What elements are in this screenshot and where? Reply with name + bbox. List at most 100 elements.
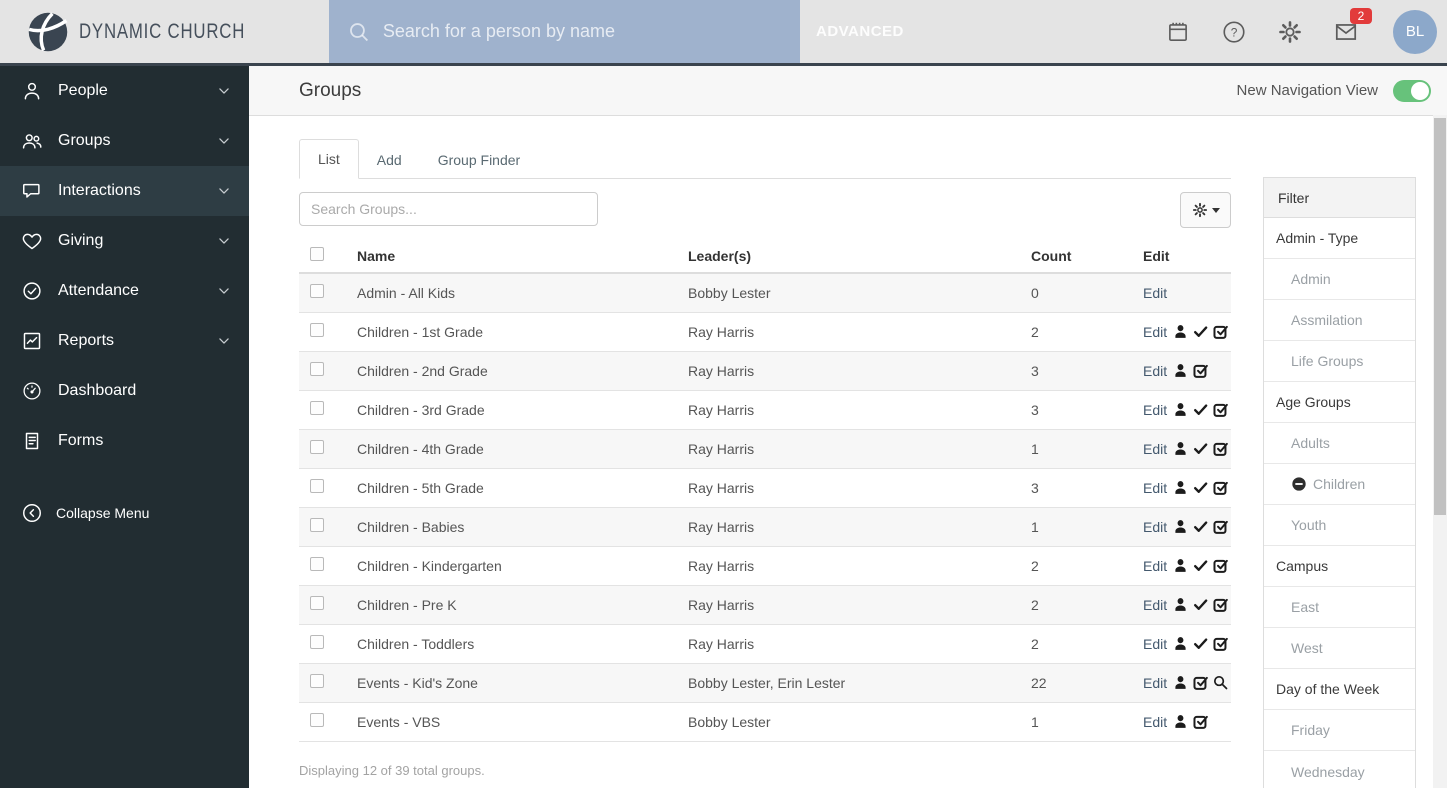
check-icon[interactable] — [1192, 323, 1209, 340]
edit-link[interactable]: Edit — [1143, 675, 1167, 691]
check-square-icon[interactable] — [1212, 596, 1229, 613]
filter-item-east[interactable]: East — [1264, 587, 1415, 628]
row-checkbox[interactable] — [310, 362, 324, 376]
edit-link[interactable]: Edit — [1143, 402, 1167, 418]
group-name[interactable]: Admin - All Kids — [357, 273, 688, 313]
person-icon[interactable] — [1172, 518, 1189, 535]
check-square-icon[interactable] — [1212, 518, 1229, 535]
group-search-input[interactable] — [299, 192, 598, 226]
filter-item-admin[interactable]: Admin — [1264, 259, 1415, 300]
person-icon[interactable] — [1172, 635, 1189, 652]
person-icon[interactable] — [1172, 362, 1189, 379]
filter-item-campus[interactable]: Campus — [1264, 546, 1415, 587]
row-checkbox[interactable] — [310, 479, 324, 493]
person-icon[interactable] — [1172, 323, 1189, 340]
filter-item-children[interactable]: Children — [1264, 464, 1415, 505]
edit-link[interactable]: Edit — [1143, 714, 1167, 730]
group-name[interactable]: Children - 1st Grade — [357, 312, 688, 352]
filter-item-friday[interactable]: Friday — [1264, 710, 1415, 751]
person-icon[interactable] — [1172, 479, 1189, 496]
edit-link[interactable]: Edit — [1143, 597, 1167, 613]
sidebar-item-interactions[interactable]: Interactions — [0, 166, 249, 216]
group-name[interactable]: Children - 5th Grade — [357, 468, 688, 508]
filter-item-life-groups[interactable]: Life Groups — [1264, 341, 1415, 382]
group-name[interactable]: Events - VBS — [357, 702, 688, 742]
group-name[interactable]: Events - Kid's Zone — [357, 663, 688, 703]
column-header-name[interactable]: Name — [357, 241, 688, 274]
check-icon[interactable] — [1192, 479, 1209, 496]
group-name[interactable]: Children - Babies — [357, 507, 688, 547]
check-square-icon[interactable] — [1192, 362, 1209, 379]
sidebar-item-attendance[interactable]: Attendance — [0, 266, 249, 316]
filter-item-day-of-the-week[interactable]: Day of the Week — [1264, 669, 1415, 710]
edit-link[interactable]: Edit — [1143, 324, 1167, 340]
page-scrollbar-track[interactable] — [1433, 115, 1447, 788]
tab-group-finder[interactable]: Group Finder — [420, 141, 538, 179]
edit-link[interactable]: Edit — [1143, 519, 1167, 535]
row-checkbox[interactable] — [310, 323, 324, 337]
check-square-icon[interactable] — [1212, 323, 1229, 340]
check-icon[interactable] — [1192, 401, 1209, 418]
row-checkbox[interactable] — [310, 674, 324, 688]
person-icon[interactable] — [1172, 440, 1189, 457]
check-icon[interactable] — [1192, 596, 1209, 613]
help-icon[interactable]: ? — [1219, 17, 1249, 47]
person-icon[interactable] — [1172, 596, 1189, 613]
filter-item-wednesday[interactable]: Wednesday — [1264, 751, 1415, 788]
magnifier-icon[interactable] — [1212, 674, 1229, 691]
group-name[interactable]: Children - Kindergarten — [357, 546, 688, 586]
select-all-checkbox[interactable] — [310, 247, 324, 261]
edit-link[interactable]: Edit — [1143, 363, 1167, 379]
person-search-input[interactable] — [382, 21, 782, 42]
filter-item-youth[interactable]: Youth — [1264, 505, 1415, 546]
group-name[interactable]: Children - 3rd Grade — [357, 390, 688, 430]
row-checkbox[interactable] — [310, 518, 324, 532]
person-icon[interactable] — [1172, 713, 1189, 730]
check-icon[interactable] — [1192, 518, 1209, 535]
row-checkbox[interactable] — [310, 284, 324, 299]
check-square-icon[interactable] — [1212, 440, 1229, 457]
column-header-leaders[interactable]: Leader(s) — [688, 241, 1031, 274]
tab-list[interactable]: List — [299, 139, 359, 179]
sidebar-item-giving[interactable]: Giving — [0, 216, 249, 266]
sidebar-item-people[interactable]: People — [0, 66, 249, 116]
row-checkbox[interactable] — [310, 635, 324, 649]
check-square-icon[interactable] — [1212, 557, 1229, 574]
table-settings-dropdown-button[interactable] — [1180, 192, 1231, 228]
check-square-icon[interactable] — [1192, 674, 1209, 691]
check-icon[interactable] — [1192, 557, 1209, 574]
edit-link[interactable]: Edit — [1143, 558, 1167, 574]
row-checkbox[interactable] — [310, 557, 324, 571]
filter-item-adults[interactable]: Adults — [1264, 423, 1415, 464]
person-icon[interactable] — [1172, 674, 1189, 691]
filter-item-age-groups[interactable]: Age Groups — [1264, 382, 1415, 423]
column-header-count[interactable]: Count — [1031, 241, 1143, 274]
check-square-icon[interactable] — [1212, 401, 1229, 418]
group-name[interactable]: Children - Pre K — [357, 585, 688, 625]
sidebar-item-forms[interactable]: Forms — [0, 416, 249, 466]
row-checkbox[interactable] — [310, 713, 324, 727]
sidebar-item-dashboard[interactable]: Dashboard — [0, 366, 249, 416]
minus-circle-icon[interactable] — [1291, 476, 1307, 492]
group-name[interactable]: Children - Toddlers — [357, 624, 688, 664]
settings-gear-icon[interactable] — [1275, 17, 1305, 47]
filter-item-west[interactable]: West — [1264, 628, 1415, 669]
user-avatar[interactable]: BL — [1393, 9, 1437, 54]
check-square-icon[interactable] — [1192, 713, 1209, 730]
sidebar-item-reports[interactable]: Reports — [0, 316, 249, 366]
group-name[interactable]: Children - 4th Grade — [357, 429, 688, 469]
check-icon[interactable] — [1192, 635, 1209, 652]
person-icon[interactable] — [1172, 557, 1189, 574]
sidebar-collapse-menu[interactable]: Collapse Menu — [0, 491, 249, 535]
filter-item-admin---type[interactable]: Admin - Type — [1264, 218, 1415, 259]
row-checkbox[interactable] — [310, 596, 324, 610]
row-checkbox[interactable] — [310, 401, 324, 415]
edit-link[interactable]: Edit — [1143, 285, 1167, 301]
tab-add[interactable]: Add — [359, 141, 420, 179]
group-name[interactable]: Children - 2nd Grade — [357, 351, 688, 391]
edit-link[interactable]: Edit — [1143, 636, 1167, 652]
person-search-box[interactable] — [329, 0, 800, 63]
advanced-search-link[interactable]: ADVANCED — [816, 0, 904, 63]
filter-item-assmilation[interactable]: Assmilation — [1264, 300, 1415, 341]
sidebar-item-groups[interactable]: Groups — [0, 116, 249, 166]
